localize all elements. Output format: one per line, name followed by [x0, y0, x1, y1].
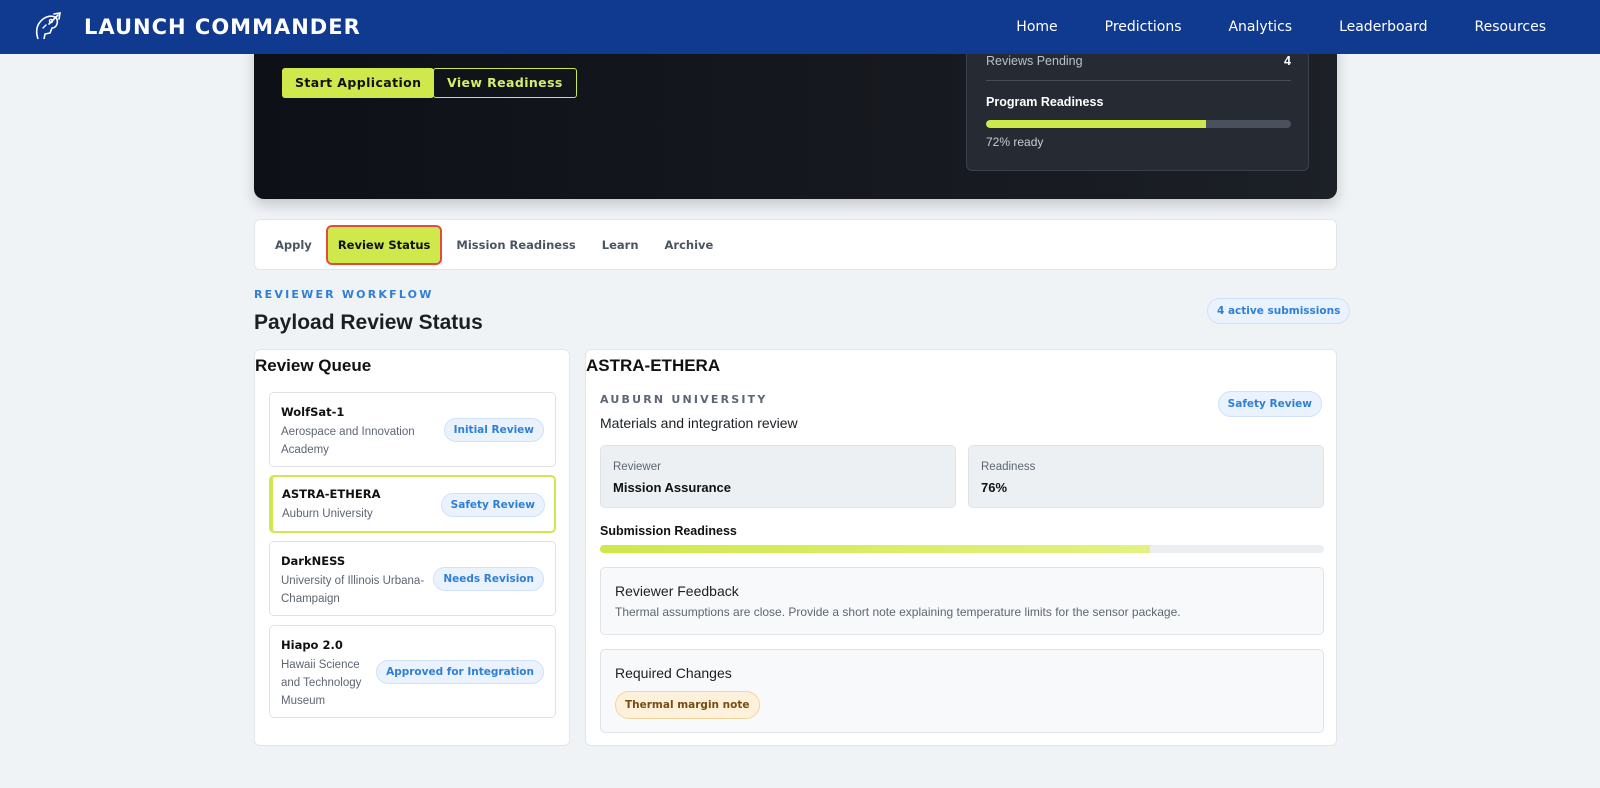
page-title: Payload Review Status — [254, 311, 483, 334]
reviewer-label: Reviewer — [613, 461, 661, 473]
queue-item-name: WolfSat-1 — [281, 405, 345, 419]
program-readiness-bar — [986, 120, 1291, 128]
submission-detail-card: ASTRA-ETHERA AUBURN UNIVERSITY Materials… — [585, 349, 1337, 746]
detail-title: ASTRA-ETHERA — [586, 356, 721, 375]
section-tabs: Apply Review Status Mission Readiness Le… — [254, 219, 1337, 270]
org-line: Hawaii Science — [281, 659, 360, 671]
program-stats-panel: Reviews Pending 4 Program Readiness 72% … — [966, 40, 1309, 171]
org-line: Auburn University — [282, 508, 373, 520]
detail-org: AUBURN UNIVERSITY — [600, 393, 768, 406]
readiness-label: Readiness — [981, 461, 1036, 473]
org-line: Champaign — [281, 593, 340, 605]
program-readiness-note: 72% ready — [986, 135, 1044, 149]
nav-link-predictions[interactable]: Predictions — [1105, 19, 1182, 35]
queue-item-hiapo-2-0[interactable]: Hiapo 2.0 Hawaii Science and Technology … — [269, 625, 556, 718]
detail-subtitle: Materials and integration review — [600, 415, 798, 431]
org-line: Museum — [281, 695, 326, 707]
reviews-pending-value: 4 — [1284, 54, 1291, 68]
review-queue-title: Review Queue — [255, 356, 372, 375]
tab-archive[interactable]: Archive — [655, 227, 724, 263]
status-badge: Initial Review — [443, 418, 544, 442]
required-change-tag: Thermal margin note — [615, 691, 760, 719]
reviewer-value: Mission Assurance — [613, 480, 732, 495]
view-readiness-button[interactable]: View Readiness — [433, 68, 577, 98]
detail-status-badge: Safety Review — [1217, 391, 1322, 417]
queue-item-org: Aerospace and Innovation Academy — [281, 423, 415, 459]
readiness-value: 76% — [981, 480, 1008, 495]
queue-item-org: Auburn University — [282, 505, 373, 523]
main-nav: Home Predictions Analytics Leaderboard R… — [1016, 19, 1546, 35]
reviewer-feedback-text: Thermal assumptions are close. Provide a… — [615, 605, 1181, 619]
org-line: Aerospace and Innovation — [281, 426, 415, 438]
divider — [986, 80, 1291, 81]
rocket-head-icon — [35, 12, 61, 40]
queue-item-name: Hiapo 2.0 — [281, 638, 343, 652]
reviewer-feedback-panel: Reviewer Feedback Thermal assumptions ar… — [600, 567, 1324, 635]
status-badge: Safety Review — [440, 493, 545, 517]
org-line: and Technology — [281, 677, 362, 689]
submission-readiness-bar — [600, 545, 1324, 553]
nav-link-home[interactable]: Home — [1016, 19, 1057, 35]
reviewer-feedback-title: Reviewer Feedback — [615, 583, 739, 599]
program-readiness-fill — [986, 120, 1206, 128]
tab-review-status[interactable]: Review Status — [325, 224, 443, 265]
org-line: University of Illinois Urbana- — [281, 575, 425, 587]
required-changes-title: Required Changes — [615, 665, 732, 681]
reviewer-box: Reviewer Mission Assurance — [600, 445, 956, 508]
nav-link-leaderboard[interactable]: Leaderboard — [1339, 19, 1427, 35]
nav-link-analytics[interactable]: Analytics — [1228, 19, 1292, 35]
queue-item-astra-ethera[interactable]: ASTRA-ETHERA Auburn University Safety Re… — [269, 475, 556, 533]
reviews-pending-row: Reviews Pending 4 — [986, 54, 1291, 68]
queue-item-darkness[interactable]: DarkNESS University of Illinois Urbana- … — [269, 541, 556, 616]
status-badge: Needs Revision — [433, 567, 544, 591]
readiness-box: Readiness 76% — [968, 445, 1324, 508]
tab-learn[interactable]: Learn — [592, 227, 649, 263]
queue-item-name: DarkNESS — [281, 554, 346, 568]
active-submissions-badge: 4 active submissions — [1207, 298, 1351, 324]
nav-link-resources[interactable]: Resources — [1475, 19, 1547, 35]
reviews-pending-label: Reviews Pending — [986, 54, 1083, 68]
tab-apply[interactable]: Apply — [265, 227, 322, 263]
hero-banner: Start Application View Readiness Reviews… — [254, 40, 1337, 199]
submission-readiness-fill — [600, 545, 1151, 553]
required-changes-panel: Required Changes Thermal margin note — [600, 649, 1324, 733]
start-application-button[interactable]: Start Application — [282, 68, 435, 98]
program-readiness-label: Program Readiness — [986, 95, 1104, 109]
org-line: Academy — [281, 444, 329, 456]
queue-item-org: University of Illinois Urbana- Champaign — [281, 572, 424, 608]
submission-readiness-label: Submission Readiness — [600, 524, 737, 538]
top-navbar: LAUNCH COMMANDER Home Predictions Analyt… — [0, 0, 1600, 54]
brand-name: LAUNCH COMMANDER — [84, 15, 361, 39]
tab-mission-readiness[interactable]: Mission Readiness — [446, 227, 585, 263]
queue-item-name: ASTRA-ETHERA — [282, 487, 381, 501]
queue-item-org: Hawaii Science and Technology Museum — [281, 656, 361, 710]
review-queue-card: Review Queue WolfSat-1 Aerospace and Inn… — [254, 349, 570, 746]
queue-item-wolfsat-1[interactable]: WolfSat-1 Aerospace and Innovation Acade… — [269, 392, 556, 467]
status-badge: Approved for Integration — [376, 660, 544, 684]
brand[interactable]: LAUNCH COMMANDER — [30, 9, 361, 45]
section-eyebrow: REVIEWER WORKFLOW — [254, 288, 434, 301]
